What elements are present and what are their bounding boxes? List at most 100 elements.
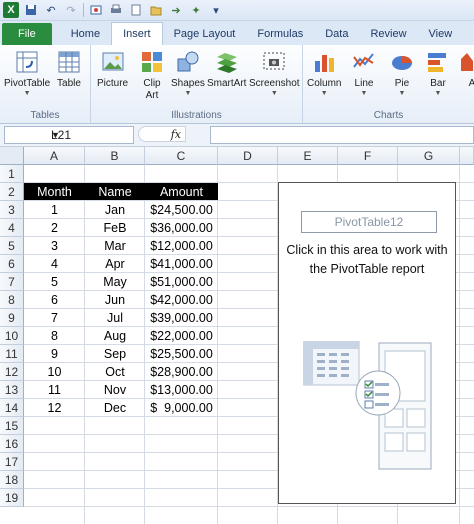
row-header[interactable]: 8 [0,291,24,309]
column-header-g[interactable]: G [398,147,460,165]
line-chart-button[interactable]: Line ▼ [351,49,377,97]
forward-arrow-icon[interactable]: ➔ [168,2,184,18]
picture-button[interactable]: Picture [97,49,128,90]
table-cell[interactable]: FeB [85,219,145,237]
screenshot-button[interactable]: Screenshot ▼ [249,49,300,97]
customize-toolbar-icon[interactable]: ▾ [208,2,224,18]
row-header[interactable]: 1 [0,165,24,183]
table-cell[interactable]: 2 [24,219,85,237]
table-button[interactable]: Table [56,49,82,90]
tab-file[interactable]: File [2,23,52,45]
insert-function-button[interactable]: fx [138,126,186,142]
row-header[interactable]: 16 [0,435,24,453]
table-cell[interactable]: $13,000.00 [145,381,218,399]
column-chart-button[interactable]: Column ▼ [307,49,341,97]
row-header[interactable]: 4 [0,219,24,237]
column-header-b[interactable]: B [85,147,145,165]
row-header[interactable]: 12 [0,363,24,381]
table-cell[interactable]: 10 [24,363,85,381]
table-cell[interactable]: 8 [24,327,85,345]
row-header[interactable]: 15 [0,417,24,435]
area-chart-button[interactable]: A [459,49,474,90]
column-header-c[interactable]: C [145,147,218,165]
tab-review[interactable]: Review [359,23,417,45]
tab-insert[interactable]: Insert [111,22,163,45]
tab-page-layout[interactable]: Page Layout [163,23,247,45]
table-cell[interactable]: Dec [85,399,145,417]
table-cell[interactable]: Oct [85,363,145,381]
table-cell[interactable]: Jun [85,291,145,309]
row-header[interactable]: 3 [0,201,24,219]
tab-home[interactable]: Home [60,23,111,45]
tab-data[interactable]: Data [314,23,359,45]
undo-icon[interactable]: ↶ [43,2,59,18]
row-header[interactable]: 7 [0,273,24,291]
table-cell[interactable]: 12 [24,399,85,417]
column-header-e[interactable]: E [278,147,338,165]
pie-chart-button[interactable]: Pie ▼ [389,49,415,97]
row-header[interactable]: 17 [0,453,24,471]
table-cell[interactable]: Mar [85,237,145,255]
table-cell[interactable]: 3 [24,237,85,255]
row-header[interactable]: 6 [0,255,24,273]
pivottable-placeholder[interactable]: PivotTable12 Click in this area to work … [278,182,456,504]
row-header[interactable]: 11 [0,345,24,363]
table-cell[interactable]: $51,000.00 [145,273,218,291]
table-header-cell[interactable]: Name [85,183,145,200]
print-icon[interactable] [108,2,124,18]
smartart-button[interactable]: SmartArt [207,49,246,90]
row-header[interactable]: 13 [0,381,24,399]
table-cell[interactable]: 11 [24,381,85,399]
table-cell[interactable]: 1 [24,201,85,219]
table-cell[interactable]: Jan [85,201,145,219]
row-header[interactable]: 19 [0,489,24,507]
table-cell[interactable]: $28,900.00 [145,363,218,381]
table-cell[interactable]: $25,500.00 [145,345,218,363]
clip-art-button[interactable]: Clip Art [139,49,165,102]
table-cell[interactable]: Apr [85,255,145,273]
pivottable-button[interactable]: PivotTable ▼ [4,49,50,97]
table-cell[interactable]: $22,000.00 [145,327,218,345]
row-header[interactable]: 14 [0,399,24,417]
print-preview-icon[interactable] [88,2,104,18]
tab-formulas[interactable]: Formulas [246,23,314,45]
sort-icon[interactable]: ✦ [188,2,204,18]
table-cell[interactable]: May [85,273,145,291]
table-cell[interactable]: $ 9,000.00 [145,399,218,417]
name-box[interactable]: L21 ▼ [4,126,134,144]
table-cell[interactable]: 9 [24,345,85,363]
table-cell[interactable]: $39,000.00 [145,309,218,327]
table-cell[interactable]: Nov [85,381,145,399]
table-cell[interactable]: Sep [85,345,145,363]
open-folder-icon[interactable] [148,2,164,18]
table-cell[interactable]: $42,000.00 [145,291,218,309]
row-header[interactable]: 5 [0,237,24,255]
table-cell[interactable]: Aug [85,327,145,345]
table-cell[interactable]: 7 [24,309,85,327]
row-header[interactable]: 9 [0,309,24,327]
chevron-down-icon[interactable]: ▼ [51,130,130,140]
row-header[interactable]: 18 [0,471,24,489]
table-cell[interactable]: 4 [24,255,85,273]
select-all-corner[interactable] [0,147,24,165]
redo-icon[interactable]: ↷ [63,2,79,18]
table-cell[interactable]: $24,500.00 [145,201,218,219]
save-icon[interactable] [23,2,39,18]
table-cell[interactable]: 6 [24,291,85,309]
bar-chart-button[interactable]: Bar ▼ [425,49,451,97]
row-header[interactable]: 2 [0,183,24,201]
table-cell[interactable]: 5 [24,273,85,291]
column-header-f[interactable]: F [338,147,398,165]
table-header-cell[interactable]: Month [24,183,85,200]
table-cell[interactable]: $12,000.00 [145,237,218,255]
table-cell[interactable]: $41,000.00 [145,255,218,273]
table-header-cell[interactable]: Amount [145,183,218,200]
table-cell[interactable]: $36,000.00 [145,219,218,237]
new-file-icon[interactable] [128,2,144,18]
table-cell[interactable]: Jul [85,309,145,327]
excel-app-icon[interactable]: X [3,2,19,18]
formula-input[interactable] [210,126,474,144]
tab-view[interactable]: View [418,23,464,45]
column-header-overflow[interactable] [460,147,474,165]
column-header-d[interactable]: D [218,147,278,165]
